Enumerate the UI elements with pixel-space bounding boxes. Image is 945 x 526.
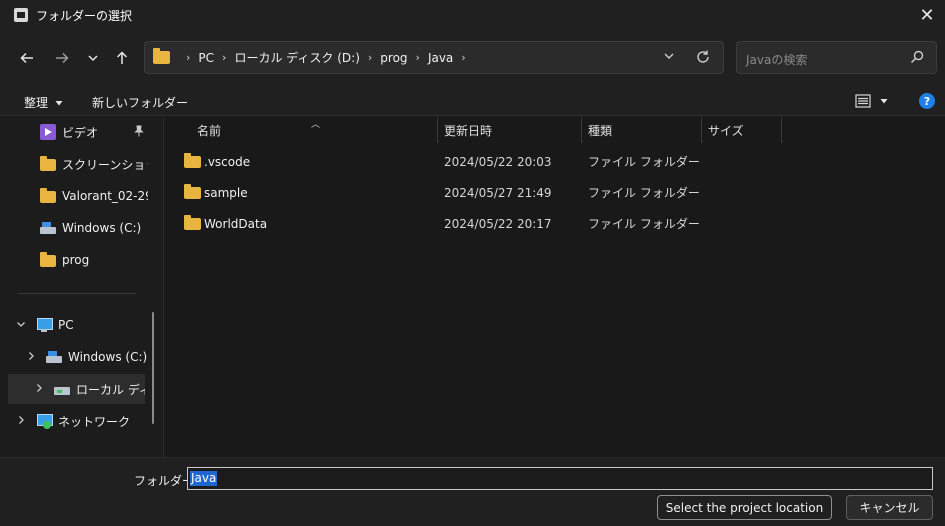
app-icon bbox=[14, 8, 28, 22]
folder-name-field[interactable]: Java bbox=[187, 467, 933, 490]
drive-icon bbox=[54, 381, 70, 397]
breadcrumb-item[interactable]: ローカル ディスク (D:) › bbox=[234, 49, 380, 66]
sidebar-item-windows-c[interactable]: Windows (C:) bbox=[0, 213, 148, 243]
file-row[interactable]: sample 2024/05/27 21:49 ファイル フォルダー bbox=[165, 177, 945, 208]
breadcrumb-item[interactable]: PC › bbox=[198, 51, 234, 65]
drive-icon bbox=[46, 349, 62, 365]
new-folder-button[interactable]: 新しいフォルダー bbox=[92, 94, 188, 111]
breadcrumb-item[interactable]: prog › bbox=[380, 51, 428, 65]
search-placeholder: Javaの検索 bbox=[746, 53, 808, 67]
list-view-icon bbox=[855, 94, 871, 108]
help-icon[interactable]: ? bbox=[919, 93, 935, 109]
dialog-footer: フォルダー: Java Select the project location … bbox=[0, 457, 945, 526]
chevron-right-icon[interactable] bbox=[16, 415, 26, 428]
file-modified: 2024/05/22 20:17 bbox=[444, 216, 552, 231]
sidebar-item-valorant[interactable]: Valorant_02-29-2 bbox=[0, 181, 148, 211]
chevron-down-icon bbox=[664, 53, 674, 59]
file-name: sample bbox=[204, 185, 248, 200]
navigation-bar: › PC › ローカル ディスク (D:) › prog › Java › Ja… bbox=[0, 30, 945, 86]
sidebar-item-videos[interactable]: ビデオ bbox=[0, 117, 148, 147]
column-header-type[interactable]: 種類 bbox=[588, 117, 612, 143]
file-list: ︿ 名前 更新日時 種類 サイズ .vscode 2024/05/22 20:0… bbox=[165, 117, 945, 457]
arrow-up-icon bbox=[116, 51, 128, 64]
column-header-size[interactable]: サイズ bbox=[708, 117, 744, 143]
file-row[interactable]: WorldData 2024/05/22 20:17 ファイル フォルダー bbox=[165, 208, 945, 239]
arrow-right-icon bbox=[56, 52, 69, 64]
caret-down-icon bbox=[55, 100, 63, 105]
refresh-icon bbox=[697, 50, 709, 63]
file-modified: 2024/05/22 20:03 bbox=[444, 154, 552, 169]
folder-icon bbox=[40, 252, 56, 267]
column-divider[interactable] bbox=[781, 117, 782, 143]
recent-locations-button[interactable] bbox=[79, 44, 107, 72]
folder-icon bbox=[40, 156, 56, 171]
address-dropdown-button[interactable] bbox=[663, 50, 675, 65]
chevron-down-icon bbox=[88, 55, 98, 62]
drive-icon bbox=[40, 220, 56, 236]
file-modified: 2024/05/27 21:49 bbox=[444, 185, 552, 200]
file-row[interactable]: .vscode 2024/05/22 20:03 ファイル フォルダー bbox=[165, 146, 945, 177]
arrow-left-icon bbox=[20, 52, 33, 64]
breadcrumb-item[interactable]: Java › bbox=[428, 51, 474, 65]
view-options-button[interactable] bbox=[855, 94, 889, 108]
file-name: .vscode bbox=[204, 154, 251, 169]
title-bar: フォルダーの選択 ✕ bbox=[0, 0, 945, 30]
file-type: ファイル フォルダー bbox=[588, 186, 700, 200]
folder-icon bbox=[40, 188, 56, 203]
up-button[interactable] bbox=[108, 44, 136, 72]
column-header-modified[interactable]: 更新日時 bbox=[444, 117, 492, 143]
column-divider[interactable] bbox=[581, 117, 582, 143]
sort-ascending-icon: ︿ bbox=[311, 120, 321, 130]
column-divider[interactable] bbox=[701, 117, 702, 143]
window-title: フォルダーの選択 bbox=[36, 8, 133, 23]
folder-icon bbox=[184, 214, 201, 230]
file-name: WorldData bbox=[204, 216, 268, 231]
video-icon bbox=[40, 124, 56, 140]
search-icon[interactable] bbox=[910, 50, 924, 67]
sidebar-item-tree-windows-c[interactable]: Windows (C:) bbox=[0, 342, 148, 372]
column-divider[interactable] bbox=[437, 117, 438, 143]
close-button[interactable]: ✕ bbox=[909, 0, 945, 30]
pin-icon[interactable] bbox=[134, 125, 144, 137]
breadcrumb-separator: › bbox=[186, 51, 191, 64]
sidebar-divider bbox=[18, 293, 136, 294]
chevron-down-icon[interactable] bbox=[16, 319, 26, 332]
cancel-button[interactable]: キャンセル bbox=[846, 495, 933, 520]
pc-icon bbox=[36, 317, 53, 333]
search-box[interactable]: Javaの検索 bbox=[736, 41, 937, 74]
network-icon bbox=[36, 413, 53, 429]
folder-icon bbox=[184, 183, 201, 199]
organize-menu-button[interactable]: 整理 bbox=[24, 94, 64, 111]
refresh-button[interactable] bbox=[695, 49, 711, 68]
sidebar-item-network[interactable]: ネットワーク bbox=[0, 406, 148, 436]
chevron-right-icon[interactable] bbox=[34, 383, 44, 396]
address-bar[interactable]: › PC › ローカル ディスク (D:) › prog › Java › bbox=[144, 41, 724, 74]
folder-icon bbox=[153, 48, 170, 64]
folder-name-value: Java bbox=[190, 471, 218, 486]
navigation-pane: ビデオ スクリーンショット Valorant_02-29-2 Windows (… bbox=[0, 117, 164, 457]
command-bar: 整理 新しいフォルダー ? bbox=[0, 86, 945, 116]
chevron-right-icon[interactable] bbox=[26, 351, 36, 364]
forward-button[interactable] bbox=[48, 44, 76, 72]
select-folder-button[interactable]: Select the project location bbox=[657, 495, 832, 520]
back-button[interactable] bbox=[13, 44, 41, 72]
sidebar-item-pc[interactable]: PC bbox=[0, 310, 148, 340]
sidebar-scrollbar[interactable] bbox=[152, 312, 154, 424]
column-header-name[interactable]: 名前 bbox=[197, 117, 221, 143]
folder-icon bbox=[184, 152, 201, 168]
file-type: ファイル フォルダー bbox=[588, 155, 700, 169]
caret-down-icon bbox=[880, 99, 888, 104]
file-type: ファイル フォルダー bbox=[588, 217, 700, 231]
sidebar-item-local-disk-d[interactable]: ローカル ディスク bbox=[8, 374, 145, 404]
sidebar-item-screenshots[interactable]: スクリーンショット bbox=[0, 149, 148, 179]
sidebar-item-prog[interactable]: prog bbox=[0, 245, 148, 275]
